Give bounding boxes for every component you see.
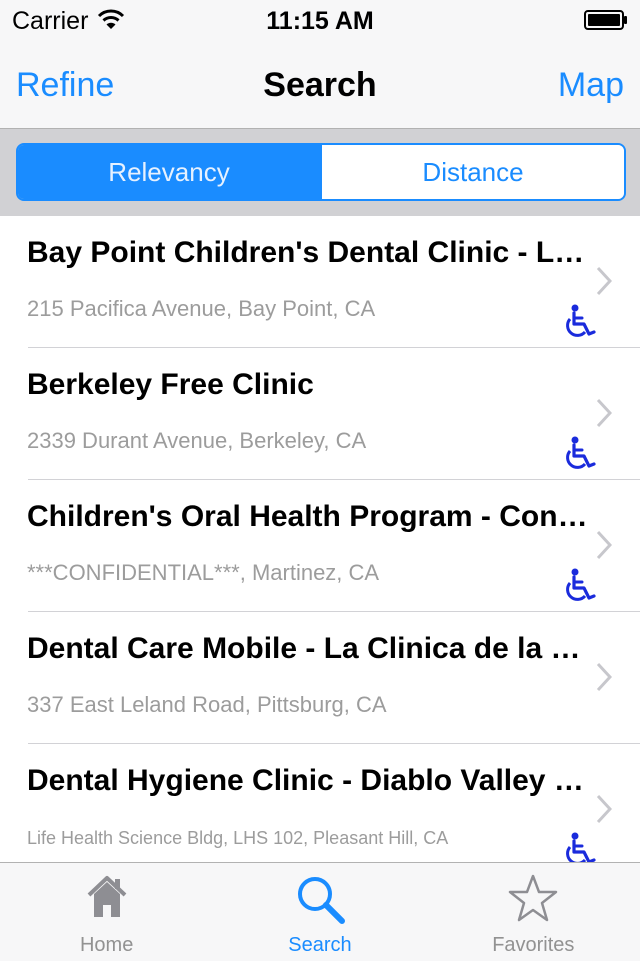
clinic-name: Berkeley Free Clinic (27, 368, 314, 401)
clinic-name: Dental Care Mobile - La Clinica de la Ra… (27, 632, 597, 665)
chevron-right-icon (596, 662, 612, 692)
star-icon (509, 874, 558, 922)
list-item[interactable]: Bay Point Children's Dental Clinic - La … (0, 216, 640, 348)
tab-home-label: Home (79, 934, 134, 956)
wheelchair-icon (566, 568, 596, 601)
tab-favorites-label: Favorites (492, 934, 575, 956)
sort-distance-segment[interactable]: Distance (320, 145, 624, 199)
status-bar: Carrier 11:15 AM (0, 0, 640, 40)
list-item[interactable]: Dental Care Mobile - La Clinica de la Ra… (0, 612, 640, 744)
map-button[interactable]: Map (558, 66, 624, 105)
clinic-name: Children's Oral Health Program - Contra … (27, 500, 597, 533)
tab-search-label: Search (288, 934, 352, 956)
clock: 11:15 AM (266, 7, 374, 35)
wheelchair-icon (566, 832, 596, 862)
clinic-address: 2339 Durant Avenue, Berkeley, CA (27, 428, 367, 453)
navigation-bar: Refine Search Map (0, 40, 640, 129)
search-icon (297, 877, 345, 924)
results-list[interactable]: Bay Point Children's Dental Clinic - La … (0, 216, 640, 862)
clinic-address: 215 Pacifica Avenue, Bay Point, CA (27, 296, 376, 321)
chevron-right-icon (596, 398, 612, 428)
chevron-right-icon (596, 266, 612, 296)
clinic-name: Bay Point Children's Dental Clinic - La … (27, 236, 597, 269)
clinic-name: Dental Hygiene Clinic - Diablo Valley Co… (27, 764, 597, 797)
list-item[interactable]: Children's Oral Health Program - Contra … (0, 480, 640, 612)
sort-segmented-control: Relevancy Distance (16, 143, 626, 201)
clinic-address: ***CONFIDENTIAL***, Martinez, CA (27, 560, 380, 585)
tab-search[interactable]: Search (213, 863, 426, 961)
chevron-right-icon (596, 530, 612, 560)
list-item[interactable]: Dental Hygiene Clinic - Diablo Valley Co… (0, 744, 640, 862)
home-icon (87, 876, 127, 917)
sort-bar: Relevancy Distance (0, 129, 640, 216)
tab-home[interactable]: Home (0, 863, 213, 961)
tab-bar: Home Search Favorites (0, 862, 640, 961)
wheelchair-icon (566, 304, 596, 337)
wheelchair-icon (566, 436, 596, 469)
tab-favorites[interactable]: Favorites (427, 863, 640, 961)
refine-button[interactable]: Refine (16, 66, 114, 105)
clinic-address: 337 East Leland Road, Pittsburg, CA (27, 692, 387, 717)
battery-icon (584, 10, 627, 30)
sort-relevancy-segment[interactable]: Relevancy (18, 145, 320, 199)
clinic-address: Life Health Science Bldg, LHS 102, Pleas… (27, 828, 449, 848)
chevron-right-icon (596, 794, 612, 824)
list-item[interactable]: Berkeley Free Clinic 2339 Durant Avenue,… (0, 348, 640, 480)
